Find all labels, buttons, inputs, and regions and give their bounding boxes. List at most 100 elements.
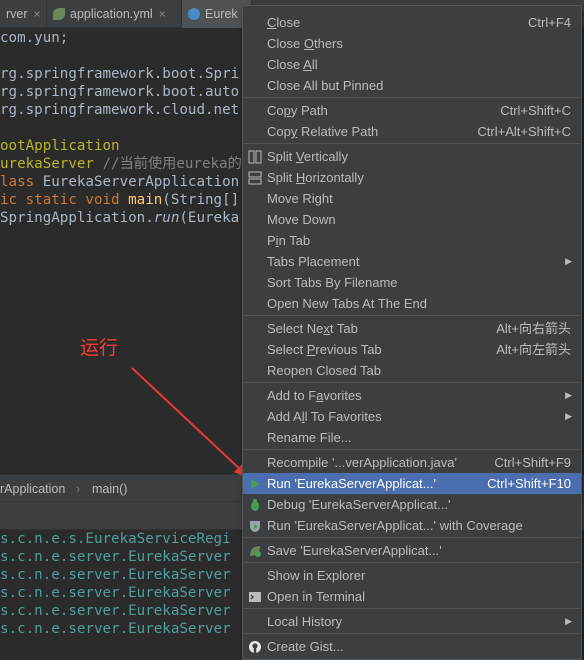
close-icon[interactable]: × [159, 7, 166, 21]
code-token: ic static void [0, 192, 129, 208]
menu-separator [243, 608, 581, 609]
menu-separator [243, 97, 581, 98]
submenu-arrow-icon: ▶ [565, 256, 572, 266]
menu-item-copy-relative-path[interactable]: Copy Relative Path Ctrl+Alt+Shift+C [243, 121, 581, 142]
menu-item-close-all-but-pinned[interactable]: Close All but Pinned [243, 75, 581, 96]
shortcut: Ctrl+Alt+Shift+C [477, 124, 571, 139]
code-line: com.yun; [0, 29, 68, 47]
menu-item-save-configuration[interactable]: Save 'EurekaServerApplicat...' [243, 540, 581, 561]
menu-item-close[interactable]: Close Ctrl+F4 [243, 12, 581, 33]
menu-item-rename-file[interactable]: Rename File... [243, 427, 581, 448]
code-line: ic static void main(String[] [0, 191, 239, 209]
breadcrumb-method[interactable]: main() [92, 475, 127, 503]
shortcut: Ctrl+Shift+F10 [487, 476, 571, 491]
code-line: urekaServer //当前使用eureka的 [0, 155, 242, 173]
menu-item-split-horizontally[interactable]: Split Horizontally [243, 167, 581, 188]
tab-server[interactable]: rver × [0, 0, 47, 28]
menu-separator [243, 633, 581, 634]
menu-item-select-previous-tab[interactable]: Select Previous Tab Alt+向左箭头 [243, 339, 581, 360]
tab-context-menu: Close Ctrl+F4 Close Others Close All Clo… [242, 5, 582, 660]
code-token: lass [0, 174, 43, 190]
menu-item-show-in-explorer[interactable]: Show in Explorer [243, 565, 581, 586]
code-token: rg.springframework.boot.Spri [0, 66, 240, 82]
github-icon [249, 641, 261, 653]
shortcut: Ctrl+Shift+C [500, 103, 571, 118]
breadcrumb-separator: › [76, 482, 81, 496]
console-line: s.c.n.e.server.EurekaServer [0, 621, 231, 637]
code-token: (String[] [162, 192, 240, 208]
spring-boot-icon [250, 546, 261, 557]
code-token: //当前使用eureka的 [102, 156, 242, 172]
submenu-arrow-icon: ▶ [565, 411, 572, 421]
menu-separator [243, 315, 581, 316]
console-line: s.c.n.e.server.EurekaServer [0, 549, 231, 565]
code-line: SpringApplication.run(Eureka [0, 209, 239, 227]
menu-item-tabs-placement[interactable]: Tabs Placement ▶ [243, 251, 581, 272]
debug-bug-icon [251, 499, 259, 511]
coverage-shield-icon [250, 521, 260, 532]
console-line: s.c.n.e.s.EurekaServiceRegi [0, 531, 231, 547]
console-line: s.c.n.e.server.EurekaServer [0, 603, 231, 619]
java-class-icon [188, 8, 200, 20]
menu-item-split-vertically[interactable]: Split Vertically [243, 146, 581, 167]
code-line: ootApplication [0, 137, 120, 155]
shortcut: Ctrl+F4 [528, 15, 571, 30]
submenu-arrow-icon: ▶ [565, 390, 572, 400]
tab-label: Eurek [205, 7, 238, 21]
code-token: main [128, 192, 163, 208]
menu-item-local-history[interactable]: Local History ▶ [243, 611, 581, 632]
terminal-icon [249, 592, 261, 602]
close-icon[interactable]: × [34, 7, 41, 21]
shortcut: Ctrl+Shift+F9 [494, 455, 571, 470]
menu-separator [243, 382, 581, 383]
menu-item-recompile[interactable]: Recompile '...verApplication.java' Ctrl+… [243, 452, 581, 473]
menu-item-open-in-terminal[interactable]: Open in Terminal [243, 586, 581, 607]
code-line: lass EurekaServerApplication [0, 173, 239, 191]
menu-item-close-others[interactable]: Close Others [243, 33, 581, 54]
menu-item-run-with-coverage[interactable]: Run 'EurekaServerApplicat...' with Cover… [243, 515, 581, 536]
menu-item-add-to-favorites[interactable]: Add to Favorites ▶ [243, 385, 581, 406]
split-horizontally-icon [248, 171, 262, 185]
menu-separator [243, 537, 581, 538]
tab-label: application.yml [70, 7, 153, 21]
code-token: SpringApplication. [0, 210, 154, 226]
menu-separator [243, 143, 581, 144]
menu-item-copy-path[interactable]: Copy Path Ctrl+Shift+C [243, 100, 581, 121]
spring-leaf-icon [53, 8, 65, 20]
menu-item-select-next-tab[interactable]: Select Next Tab Alt+向右箭头 [243, 318, 581, 339]
code-token: rg.springframework.cloud.net [0, 102, 240, 118]
code-token: rg.springframework.boot.auto [0, 84, 240, 100]
menu-item-create-gist[interactable]: Create Gist... [243, 636, 581, 657]
submenu-arrow-icon: ▶ [565, 616, 572, 626]
code-token: (Eureka [179, 210, 240, 226]
menu-item-reopen-closed-tab[interactable]: Reopen Closed Tab [243, 360, 581, 381]
code-line: rg.springframework.cloud.net [0, 101, 239, 119]
code-line: rg.springframework.boot.Spri [0, 65, 239, 83]
menu-item-open-new-tabs-at-end[interactable]: Open New Tabs At The End [243, 293, 581, 314]
split-vertically-icon [248, 150, 262, 164]
code-token: run [153, 210, 180, 226]
menu-item-move-down[interactable]: Move Down [243, 209, 581, 230]
menu-item-sort-tabs[interactable]: Sort Tabs By Filename [243, 272, 581, 293]
menu-item-close-all[interactable]: Close All [243, 54, 581, 75]
menu-item-debug[interactable]: Debug 'EurekaServerApplicat...' [243, 494, 581, 515]
run-icon [251, 479, 260, 489]
code-token: EurekaServerApplication [42, 174, 240, 190]
menu-item-add-all-to-favorites[interactable]: Add All To Favorites ▶ [243, 406, 581, 427]
menu-item-move-right[interactable]: Move Right [243, 188, 581, 209]
annotation-label: 运行 [80, 337, 119, 359]
tab-label: rver [6, 7, 28, 21]
console-line: s.c.n.e.server.EurekaServer [0, 567, 231, 583]
menu-item-run[interactable]: Run 'EurekaServerApplicat...' Ctrl+Shift… [243, 473, 581, 494]
shortcut: Alt+向右箭头 [496, 321, 571, 336]
code-token: urekaServer [0, 156, 103, 172]
code-token: ootApplication [0, 138, 120, 154]
menu-separator [243, 562, 581, 563]
breadcrumb-class[interactable]: rApplication [0, 475, 65, 503]
tab-application-yml[interactable]: application.yml × [47, 0, 182, 28]
menu-item-pin-tab[interactable]: Pin Tab [243, 230, 581, 251]
console-line: s.c.n.e.server.EurekaServer [0, 585, 231, 601]
shortcut: Alt+向左箭头 [496, 342, 571, 357]
code-line: rg.springframework.boot.auto [0, 83, 239, 101]
menu-separator [243, 449, 581, 450]
